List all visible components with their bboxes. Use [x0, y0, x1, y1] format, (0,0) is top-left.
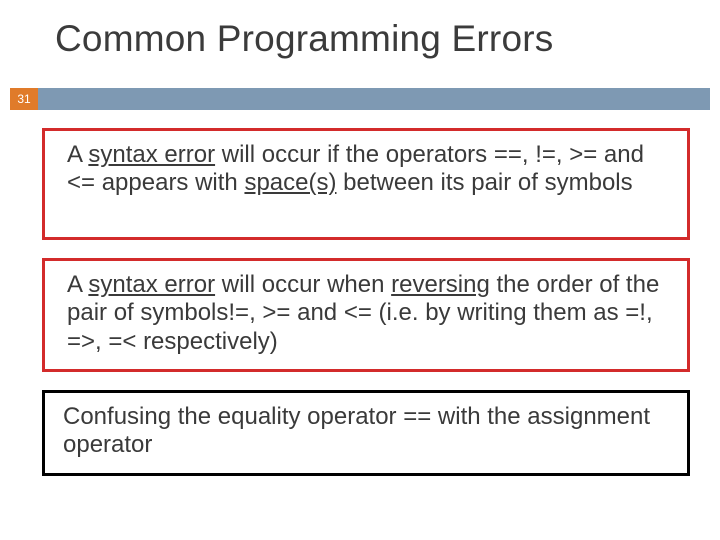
error-box-3: Confusing the equality operator == with … [42, 390, 690, 476]
slide-number-bar: 31 [10, 88, 710, 110]
underline-syntax-error: syntax error [88, 271, 215, 298]
text: between its pair of symbols [336, 169, 632, 196]
accent-bar [38, 88, 710, 110]
slide: Common Programming Errors 31 A syntax er… [0, 0, 720, 540]
underline-reversing: reversing [391, 271, 490, 298]
underline-spaces: space(s) [244, 169, 336, 196]
text: will occur when [215, 271, 391, 298]
text: A [67, 141, 88, 168]
underline-syntax-error: syntax error [88, 141, 215, 168]
text: Confusing the equality operator == with … [63, 403, 650, 458]
error-box-2: A syntax error will occur when reversing… [42, 258, 690, 372]
text: A [67, 271, 88, 298]
slide-title: Common Programming Errors [55, 18, 553, 60]
slide-number: 31 [10, 88, 38, 110]
error-box-1: A syntax error will occur if the operato… [42, 128, 690, 240]
